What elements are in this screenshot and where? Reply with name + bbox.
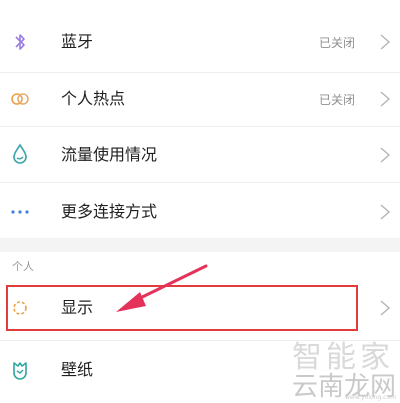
hotspot-status: 已关闭 [318,93,355,107]
annotation-arrow [116,264,208,312]
section-header-personal: 个人 [12,260,34,273]
more-connections-label: 更多连接方式 [61,202,158,221]
more-icon [8,200,32,224]
data-usage-icon [8,142,32,166]
hotspot-label: 个人热点 [61,89,126,108]
bluetooth-label: 蓝牙 [61,32,94,51]
settings-row-more-connections[interactable]: 更多连接方式 [0,182,400,238]
chevron-right-icon [378,32,392,52]
chevron-right-icon [378,298,392,318]
wallpaper-icon [8,357,32,381]
data-usage-label: 流量使用情况 [61,145,158,164]
bluetooth-icon [8,30,32,54]
bluetooth-status: 已关闭 [318,36,355,50]
settings-row-bluetooth[interactable]: 蓝牙 已关闭 [0,0,400,80]
chevron-right-icon [378,89,392,109]
chevron-right-icon [378,202,392,222]
settings-row-wallpaper[interactable]: 壁纸 [0,340,400,400]
hotspot-icon [8,87,32,111]
settings-row-hotspot[interactable]: 个人热点 已关闭 [0,72,400,126]
chevron-right-icon [378,145,392,165]
settings-row-data-usage[interactable]: 流量使用情况 [0,126,400,182]
wallpaper-label: 壁纸 [61,360,94,379]
section-separator [0,238,400,252]
